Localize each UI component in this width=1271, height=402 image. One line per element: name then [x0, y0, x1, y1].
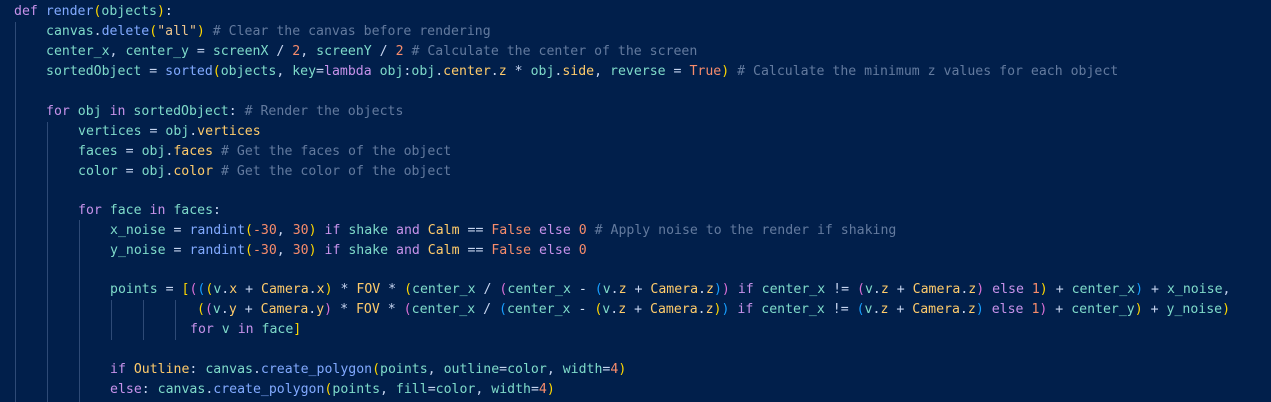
code-line[interactable] [0, 261, 32, 281]
code-line[interactable]: for v in face] [0, 320, 301, 340]
indent-guide [47, 122, 48, 402]
code-line[interactable]: center_x, center_y = screenX / 2, screen… [0, 42, 697, 62]
indent-guide [79, 220, 80, 402]
code-text: for v in face] [190, 322, 302, 337]
code-line[interactable]: canvas.delete("all") # Clear the canvas … [0, 22, 491, 42]
code-line[interactable]: color = obj.color # Get the color of the… [0, 162, 451, 182]
code-text: if Outline: canvas.create_polygon(points… [110, 362, 627, 377]
code-line[interactable]: points = [(((v.x + Camera.x) * FOV * (ce… [0, 280, 1230, 300]
code-text: vertices = obj.vertices [78, 124, 261, 139]
code-text: y_noise = randint(-30, 30) if shake and … [110, 243, 587, 258]
indent-guide [111, 300, 112, 340]
code-text: faces = obj.faces # Get the faces of the… [78, 144, 452, 159]
code-text: color = obj.color # Get the color of the… [78, 164, 452, 179]
code-line[interactable] [0, 340, 32, 360]
code-text: points = [(((v.x + Camera.x) * FOV * (ce… [110, 282, 1231, 297]
code-line[interactable]: for obj in sortedObject: # Render the ob… [0, 102, 403, 122]
code-text: for obj in sortedObject: # Render the ob… [46, 104, 404, 119]
code-line[interactable] [0, 182, 32, 202]
code-line[interactable]: def render(objects): [0, 2, 173, 22]
code-line[interactable]: faces = obj.faces # Get the faces of the… [0, 142, 451, 162]
code-text: else: canvas.create_polygon(points, fill… [110, 382, 555, 397]
code-line[interactable]: x_noise = randint(-30, 30) if shake and … [0, 221, 896, 241]
indent-guide [143, 300, 144, 340]
code-text: sortedObject = sorted(objects, key=lambd… [46, 64, 1119, 79]
code-text: center_x, center_y = screenX / 2, screen… [46, 44, 698, 59]
code-text: canvas.delete("all") # Clear the canvas … [46, 24, 491, 39]
code-line[interactable]: sortedObject = sorted(objects, key=lambd… [0, 62, 1118, 82]
indent-guide [175, 300, 176, 340]
code-text: x_noise = randint(-30, 30) if shake and … [110, 223, 897, 238]
code-line[interactable]: else: canvas.create_polygon(points, fill… [0, 380, 555, 400]
code-line[interactable]: ((v.y + Camera.y) * FOV * (center_x / (c… [0, 300, 1230, 320]
code-editor[interactable]: def render(objects): canvas.delete("all"… [0, 0, 1271, 402]
code-line[interactable]: for face in faces: [0, 201, 221, 221]
code-text: for face in faces: [78, 203, 221, 218]
code-line[interactable]: vertices = obj.vertices [0, 122, 261, 142]
code-text: ((v.y + Camera.y) * FOV * (center_x / (c… [197, 302, 1231, 317]
code-line[interactable]: y_noise = randint(-30, 30) if shake and … [0, 241, 587, 261]
code-text: def render(objects): [14, 4, 173, 19]
code-line[interactable] [0, 82, 32, 102]
code-line[interactable]: if Outline: canvas.create_polygon(points… [0, 360, 626, 380]
